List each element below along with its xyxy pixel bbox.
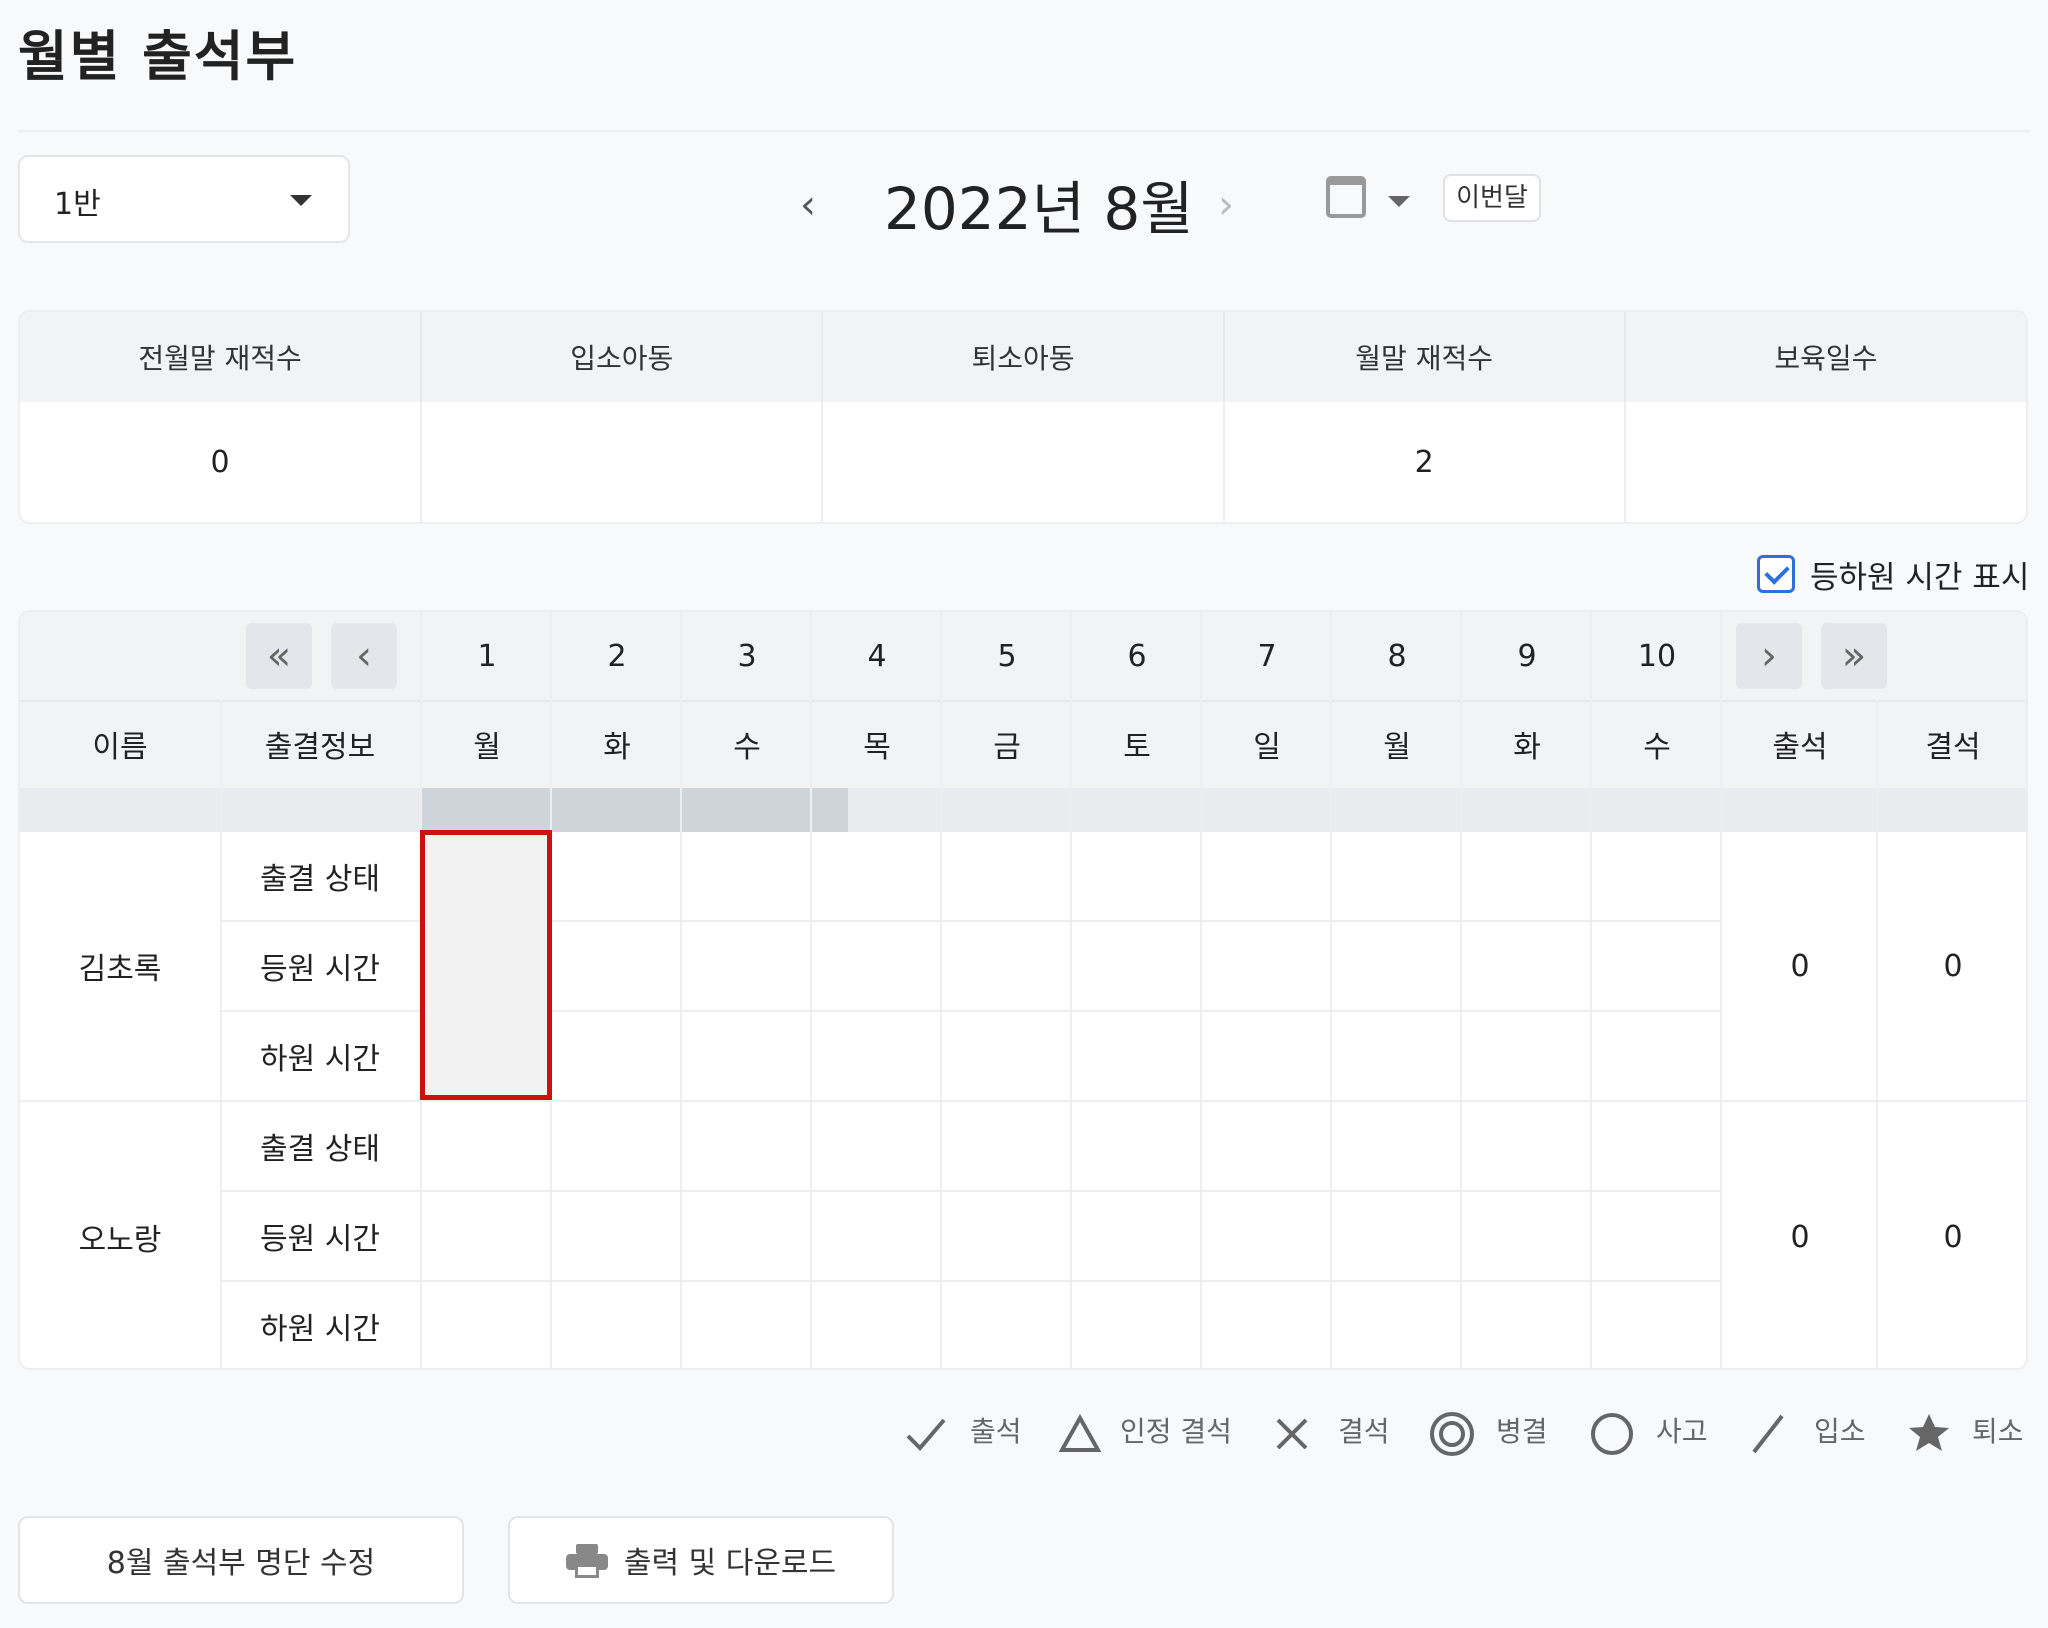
weekday: 일 [1253, 730, 1281, 765]
row-label: 하원 시간 [260, 1042, 380, 1077]
day-number: 1 [477, 638, 497, 674]
next-month-button[interactable]: › [1218, 182, 1234, 228]
weekday: 금 [993, 730, 1021, 765]
divider [1460, 612, 1462, 1368]
legend-label: 퇴소 [1972, 1415, 2024, 1448]
calendar-icon[interactable] [1326, 176, 1366, 218]
divider [1200, 612, 1202, 1368]
summary-value: 2 [1223, 402, 1626, 522]
summary-header: 월말 재적수 [1223, 312, 1626, 402]
prev-month-button[interactable]: ‹ [800, 182, 816, 228]
attendance-grid: « ‹ › » 1 2 3 4 5 6 7 8 9 10 이름 출결정보 월 화… [18, 610, 2028, 1370]
weekday: 수 [733, 730, 761, 765]
absent-count: 0 [1943, 1219, 1963, 1255]
time-display-label[interactable]: 등하원 시간 표시 [1810, 552, 2029, 597]
summary-value [1625, 402, 2026, 522]
divider [810, 612, 812, 1368]
student-name: 김초록 [78, 952, 162, 987]
chevron-down-icon [290, 195, 312, 206]
print-download-button[interactable]: 출력 및 다운로드 [508, 1516, 894, 1604]
weekday: 토 [1123, 730, 1151, 765]
first-page-button[interactable]: « [246, 623, 312, 689]
edit-roster-button[interactable]: 8월 출석부 명단 수정 [18, 1516, 464, 1604]
scroll-track[interactable] [20, 788, 2026, 832]
chevron-down-icon[interactable] [1388, 196, 1410, 207]
class-select[interactable]: 1반 [18, 155, 350, 243]
present-count: 0 [1790, 1219, 1810, 1255]
row-label: 등원 시간 [260, 1222, 380, 1257]
star-icon [1909, 1414, 1949, 1451]
this-month-button[interactable]: 이번달 [1443, 174, 1541, 222]
weekday: 수 [1643, 730, 1671, 765]
divider [940, 612, 942, 1368]
legend-label: 사고 [1656, 1415, 1708, 1448]
summary-table: 전월말 재적수 입소아동 퇴소아동 월말 재적수 보육일수 0 2 [18, 310, 2028, 524]
day-number: 3 [737, 638, 757, 674]
divider [1070, 612, 1072, 1368]
divider [220, 1190, 1720, 1192]
class-select-value: 1반 [54, 187, 101, 222]
next-page-button[interactable]: › [1736, 623, 1802, 689]
row-label: 출결 상태 [260, 862, 380, 897]
triangle-icon [1058, 1413, 1102, 1452]
day-number: 6 [1127, 638, 1147, 674]
summary-value [822, 402, 1225, 522]
double-circle-icon [1430, 1412, 1474, 1456]
divider [18, 130, 2030, 132]
divider [220, 1280, 1720, 1282]
scroll-thumb[interactable] [420, 788, 848, 832]
absent-count: 0 [1943, 948, 1963, 984]
printer-icon [565, 1544, 608, 1578]
circle-icon [1591, 1413, 1633, 1455]
day-number: 4 [867, 638, 887, 674]
summary-value: 0 [20, 402, 423, 522]
day-number: 7 [1257, 638, 1277, 674]
summary-header: 퇴소아동 [822, 312, 1225, 402]
row-label: 출결 상태 [260, 1132, 380, 1167]
prev-page-button[interactable]: ‹ [331, 623, 397, 689]
student-name: 오노랑 [78, 1223, 162, 1258]
check-icon [906, 1418, 946, 1451]
legend-label: 입소 [1814, 1415, 1866, 1448]
x-icon [1276, 1418, 1308, 1450]
summary-header: 보육일수 [1624, 312, 2026, 402]
row-label: 등원 시간 [260, 952, 380, 987]
slash-icon [1752, 1414, 1784, 1454]
day-number: 9 [1517, 638, 1537, 674]
present-count: 0 [1790, 948, 1810, 984]
time-display-checkbox[interactable] [1757, 555, 1795, 593]
day-number: 8 [1387, 638, 1407, 674]
weekday: 목 [863, 730, 891, 765]
weekday: 화 [1513, 730, 1541, 765]
day-number: 2 [607, 638, 627, 674]
weekday: 월 [1383, 730, 1411, 765]
summary-header: 전월말 재적수 [20, 312, 423, 402]
header-info: 출결정보 [264, 730, 376, 765]
header-name: 이름 [92, 730, 148, 765]
header-present: 출석 [1772, 730, 1828, 765]
divider [680, 612, 682, 1368]
legend-label: 병결 [1496, 1415, 1548, 1448]
weekday: 화 [603, 730, 631, 765]
day-number: 5 [997, 638, 1017, 674]
month-label: 2022년 8월 [884, 175, 1194, 243]
summary-value [421, 402, 824, 522]
day-number: 10 [1637, 638, 1677, 674]
summary-header: 입소아동 [421, 312, 824, 402]
page-title: 월별 출석부 [18, 25, 298, 88]
edit-roster-label: 8월 출석부 명단 수정 [106, 1546, 376, 1581]
selected-day-cell[interactable] [420, 830, 552, 1100]
row-label: 하원 시간 [260, 1312, 380, 1347]
divider [1590, 612, 1592, 1368]
weekday: 월 [473, 730, 501, 765]
divider [1330, 612, 1332, 1368]
header-absent: 결석 [1925, 730, 1981, 765]
last-page-button[interactable]: » [1821, 623, 1887, 689]
legend-label: 출석 [970, 1415, 1022, 1448]
legend-label: 결석 [1338, 1415, 1390, 1448]
print-download-label: 출력 및 다운로드 [623, 1546, 837, 1581]
legend-label: 인정 결석 [1120, 1415, 1232, 1448]
